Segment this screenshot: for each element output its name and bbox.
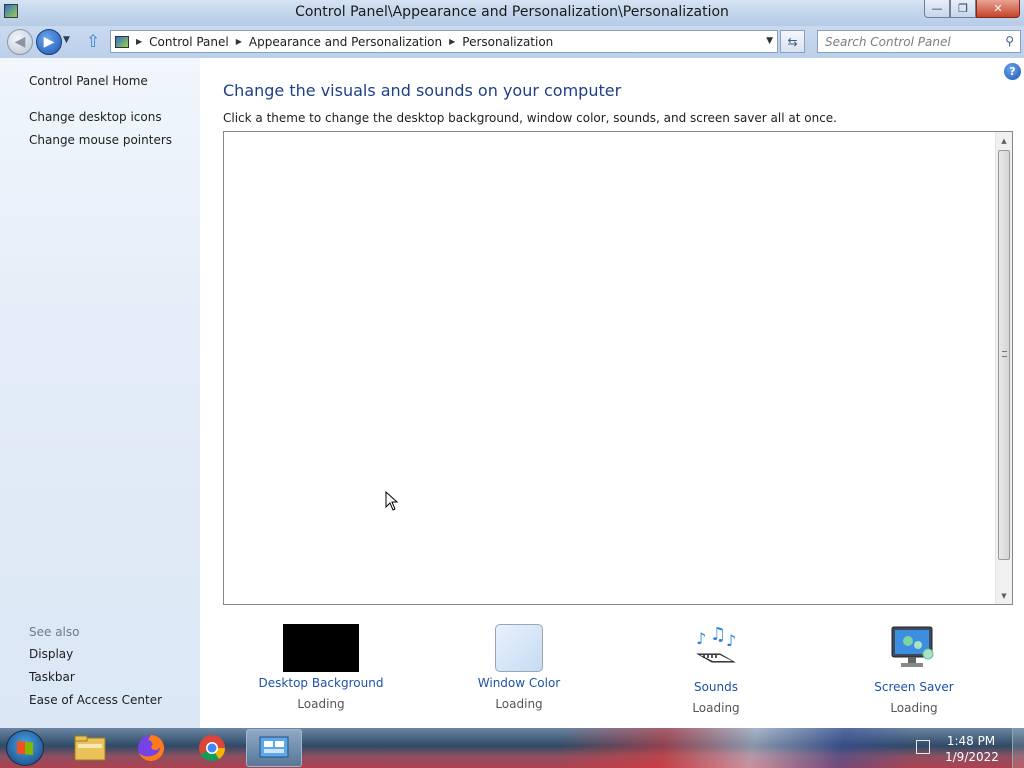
breadcrumb-separator-icon[interactable]: ▶ — [236, 37, 242, 46]
search-icon[interactable]: ⚲ — [1005, 34, 1014, 48]
refresh-button[interactable]: ⇆ — [780, 30, 805, 53]
forward-arrow-icon: ▶ — [43, 34, 55, 50]
scroll-down-arrow-icon[interactable]: ▼ — [996, 587, 1012, 604]
breadcrumb-separator-icon[interactable]: ▶ — [449, 37, 455, 46]
back-button[interactable]: ◀ — [7, 29, 33, 55]
sounds-link[interactable]: Sounds — [636, 680, 796, 694]
refresh-icon: ⇆ — [787, 34, 798, 49]
display-link[interactable]: Display — [29, 647, 73, 661]
window-title: Control Panel\Appearance and Personaliza… — [295, 4, 729, 20]
taskbar-chrome[interactable] — [184, 729, 240, 767]
chrome-icon — [199, 735, 226, 762]
scrollbar-thumb[interactable] — [998, 150, 1010, 560]
page-description: Click a theme to change the desktop back… — [223, 111, 837, 125]
left-pane: Control Panel Home Change desktop icons … — [0, 58, 200, 728]
back-arrow-icon: ◀ — [14, 34, 26, 50]
breadcrumb-personalization[interactable]: Personalization — [462, 35, 553, 49]
taskbar: 1:48 PM 1/9/2022 — [0, 728, 1024, 768]
desktop-background-status: Loading — [297, 697, 345, 711]
help-icon[interactable]: ? — [1004, 63, 1021, 80]
screen-saver-item[interactable]: Screen Saver Loading — [834, 624, 994, 715]
forward-button[interactable]: ▶ — [36, 29, 62, 55]
file-explorer-icon — [74, 735, 106, 761]
address-bar[interactable]: ▶ Control Panel ▶ Appearance and Persona… — [110, 30, 778, 53]
desktop-background-icon[interactable] — [283, 624, 359, 672]
taskbar-link[interactable]: Taskbar — [29, 670, 75, 684]
wallpaper-decoration — [560, 728, 910, 768]
recent-pages-dropdown[interactable]: ▼ — [63, 35, 70, 45]
page-title: Change the visuals and sounds on your co… — [223, 81, 622, 100]
firefox-icon — [138, 735, 164, 761]
sounds-status: Loading — [692, 701, 740, 715]
start-button[interactable] — [6, 730, 44, 766]
title-bar: Control Panel\Appearance and Personaliza… — [0, 0, 1024, 26]
change-mouse-pointers-link[interactable]: Change mouse pointers — [29, 133, 172, 147]
vertical-scrollbar[interactable]: ▲ ▼ — [995, 132, 1012, 604]
up-button[interactable]: ⇧ — [86, 32, 100, 52]
screen-saver-status: Loading — [890, 701, 938, 715]
taskbar-control-panel[interactable] — [246, 729, 302, 767]
svg-text:♪: ♪ — [726, 631, 736, 650]
mouse-cursor-icon — [385, 490, 399, 514]
desktop-background-link[interactable]: Desktop Background — [241, 676, 401, 690]
chevron-down-icon[interactable]: ▼ — [766, 36, 773, 46]
window-color-link[interactable]: Window Color — [439, 676, 599, 690]
close-button[interactable]: ✕ — [976, 0, 1020, 18]
screen-saver-link[interactable]: Screen Saver — [834, 680, 994, 694]
clock-date: 1/9/2022 — [945, 750, 999, 764]
grip-icon — [1002, 351, 1007, 357]
network-icon[interactable] — [916, 740, 930, 754]
windows-logo-icon — [17, 741, 33, 755]
window-color-icon[interactable] — [495, 624, 543, 672]
sounds-icon[interactable]: ♪ ♫ ♪ — [690, 624, 742, 676]
breadcrumb-appearance[interactable]: Appearance and Personalization — [249, 35, 442, 49]
navigation-bar: ◀ ▶ ▼ ⇧ ▶ Control Panel ▶ Appearance and… — [0, 26, 1024, 58]
svg-text:♪: ♪ — [696, 629, 706, 648]
search-input[interactable] — [818, 31, 998, 52]
clock-time: 1:48 PM — [946, 734, 996, 748]
window-color-status: Loading — [495, 697, 543, 711]
sounds-item[interactable]: ♪ ♫ ♪ Sounds Loading — [636, 624, 796, 715]
window-controls: — ❐ ✕ — [924, 0, 1020, 18]
see-also-heading: See also — [29, 625, 80, 639]
minimize-button[interactable]: — — [924, 0, 950, 18]
taskbar-file-explorer[interactable] — [62, 729, 118, 767]
window-color-item[interactable]: Window Color Loading — [439, 624, 599, 711]
scroll-up-arrow-icon[interactable]: ▲ — [996, 132, 1012, 149]
desktop-background-item[interactable]: Desktop Background Loading — [241, 624, 401, 711]
taskbar-firefox[interactable] — [123, 729, 179, 767]
svg-text:♫: ♫ — [710, 624, 726, 645]
control-panel-icon — [259, 736, 289, 758]
control-panel-icon — [115, 35, 129, 48]
search-box[interactable]: ⚲ — [817, 30, 1021, 53]
themes-list[interactable]: ▲ ▼ — [223, 131, 1013, 605]
ease-of-access-center-link[interactable]: Ease of Access Center — [29, 693, 162, 707]
system-clock[interactable]: 1:48 PM 1/9/2022 — [945, 733, 999, 765]
breadcrumb-control-panel[interactable]: Control Panel — [149, 35, 229, 49]
show-desktop-button[interactable] — [1012, 728, 1024, 768]
maximize-button[interactable]: ❐ — [950, 0, 976, 18]
main-pane: ? Change the visuals and sounds on your … — [200, 58, 1024, 728]
screen-saver-icon[interactable] — [888, 624, 940, 676]
breadcrumb-separator-icon[interactable]: ▶ — [136, 37, 142, 46]
control-panel-home-link[interactable]: Control Panel Home — [29, 74, 148, 88]
change-desktop-icons-link[interactable]: Change desktop icons — [29, 110, 162, 124]
